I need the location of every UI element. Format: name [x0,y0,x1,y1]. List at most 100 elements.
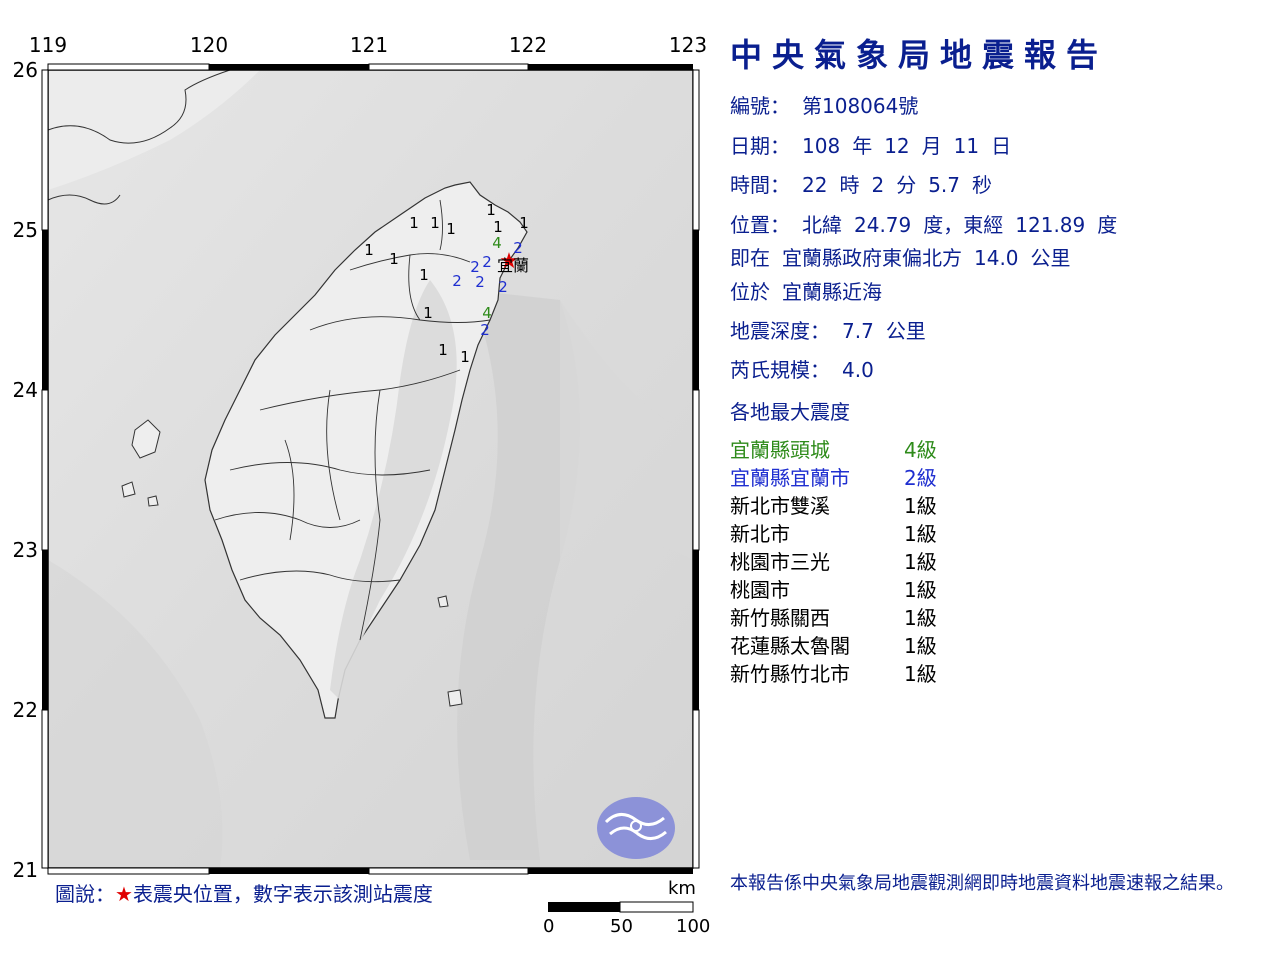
station-intensity-label: 2 [452,272,462,290]
station-intensity-label: 1 [486,201,496,219]
date-year: 108 [802,134,841,158]
lat-tick-label: 26 [13,58,38,82]
report-footer: 本報告係中央氣象局地震觀測網即時地震資料地震速報之結果。 [730,873,1234,894]
intensity-level: 1級 [904,634,937,658]
lat-value: 24.79 [854,213,912,237]
station-intensity-label: 1 [519,214,529,232]
map-panel: 119 120 121 122 123 26 25 24 23 22 21 42… [0,0,720,960]
lat-unit: 度， [923,213,964,237]
green-island [437,595,449,608]
time-label: 時間： [730,173,790,197]
scale-label: 0 [543,916,555,937]
position-label: 位置： [730,213,790,237]
station-intensity-label: 2 [482,253,492,271]
station-intensity-label: 2 [480,321,490,339]
report-time-line: 時間： 22 時 2 分 5.7 秒 [730,169,1004,198]
lat-tick-label: 23 [13,538,38,562]
intensity-level: 1級 [904,578,937,602]
station-intensity-label: 4 [482,304,492,322]
intensity-level: 2級 [904,466,937,490]
date-label: 日期： [730,134,790,158]
date-month-unit: 月 [921,134,942,158]
station-intensity-label: 1 [446,220,456,238]
depth-label: 地震深度： [730,319,830,343]
station-intensity-label: 1 [430,214,440,232]
intensity-level: 4級 [904,438,937,462]
relative-ref: 宜蘭縣政府東偏北方 [782,246,962,270]
intensity-location: 宜蘭縣宜蘭市 [730,466,850,490]
km-scale-bar [548,901,694,913]
report-position-line: 位置： 北緯 24.79 度，東經 121.89 度 [730,209,1129,238]
intensity-location: 桃園市 [730,578,790,602]
station-intensity-label: 1 [419,266,429,284]
magnitude-label: 芮氏規模： [730,358,830,382]
map-canvas: 119 120 121 122 123 26 25 24 23 22 21 42… [13,33,707,913]
station-intensity-label: 2 [498,278,508,296]
lat-tick-label: 21 [13,858,38,882]
lon-unit: 度 [1097,213,1118,237]
legend-text: 表震央位置，數字表示該測站震度 [132,882,433,906]
lat-label: 北緯 [802,213,842,237]
lat-tick-label: 22 [13,698,38,722]
lon-tick-labels: 119 120 121 122 123 [29,33,707,57]
lon-value: 121.89 [1015,213,1086,237]
intensity-level: 1級 [904,494,937,518]
station-intensity-label: 1 [364,241,374,259]
relative-dist: 14.0 [974,246,1019,270]
report-depth-line: 地震深度： 7.7 公里 [730,315,938,344]
intensity-location: 新北市 [730,522,790,546]
report-title: 中央氣象局地震報告 [730,36,1109,74]
report-region-line: 位於 宜蘭縣近海 [730,276,894,305]
relative-prefix: 即在 [730,246,770,270]
legend-prefix: 圖說： [55,882,115,906]
intensity-level: 1級 [904,662,937,686]
region-value: 宜蘭縣近海 [782,280,882,304]
time-hour: 22 [802,173,828,197]
report-magnitude-line: 芮氏規模： 4.0 [730,354,886,383]
time-hour-unit: 時 [839,173,860,197]
scale-label: 100 [676,916,711,937]
magnitude-value: 4.0 [842,358,874,382]
scale-unit: km [668,878,696,899]
intensity-location: 桃園市三光 [730,550,830,574]
lon-tick-label: 122 [509,33,547,57]
cwb-logo-icon [597,797,675,859]
lon-tick-label: 123 [669,33,707,57]
time-sec: 5.7 [928,173,960,197]
intensity-location: 宜蘭縣頭城 [730,438,830,462]
station-intensity-label: 1 [460,348,470,366]
number-value: 第108064號 [802,94,919,118]
station-intensity-label: 1 [493,218,503,236]
intensity-level: 1級 [904,550,937,574]
intensity-header: 各地最大震度 [730,400,850,424]
intensity-location: 花蓮縣太魯閣 [730,634,850,658]
lon-label: 東經 [963,213,1004,237]
report-relative-line: 即在 宜蘭縣政府東偏北方 14.0 公里 [730,242,1083,271]
lat-tick-label: 25 [13,218,38,242]
number-label: 編號： [730,94,790,118]
station-intensity-label: 1 [389,250,399,268]
lon-tick-label: 119 [29,33,67,57]
relative-unit: 公里 [1030,246,1071,270]
date-day-unit: 日 [991,134,1012,158]
station-intensity-label: 2 [475,273,485,291]
legend-star-icon: ★ [115,882,133,906]
lat-tick-labels: 26 25 24 23 22 21 [13,58,38,882]
date-year-unit: 年 [852,134,873,158]
time-sec-unit: 秒 [972,173,992,197]
date-month: 12 [884,134,910,158]
depth-value: 7.7 [842,319,874,343]
orchid-island [447,689,463,707]
report-panel: 中央氣象局地震報告 編號： 第108064號 日期： 108 年 12 月 11 日 時間： 2… [730,30,1270,686]
report-date-line: 日期： 108 年 12 月 11 日 [730,130,1023,159]
lon-tick-label: 121 [350,33,388,57]
station-intensity-label: 1 [409,214,419,232]
depth-unit: 公里 [885,319,926,343]
time-min-unit: 分 [896,173,917,197]
report-number-line: 編號： 第108064號 [730,90,930,119]
intensity-location: 新竹縣竹北市 [730,662,850,686]
station-intensity-label: 1 [438,341,448,359]
lon-tick-label: 120 [190,33,228,57]
scale-label: 50 [610,916,633,937]
date-day: 11 [953,134,980,158]
